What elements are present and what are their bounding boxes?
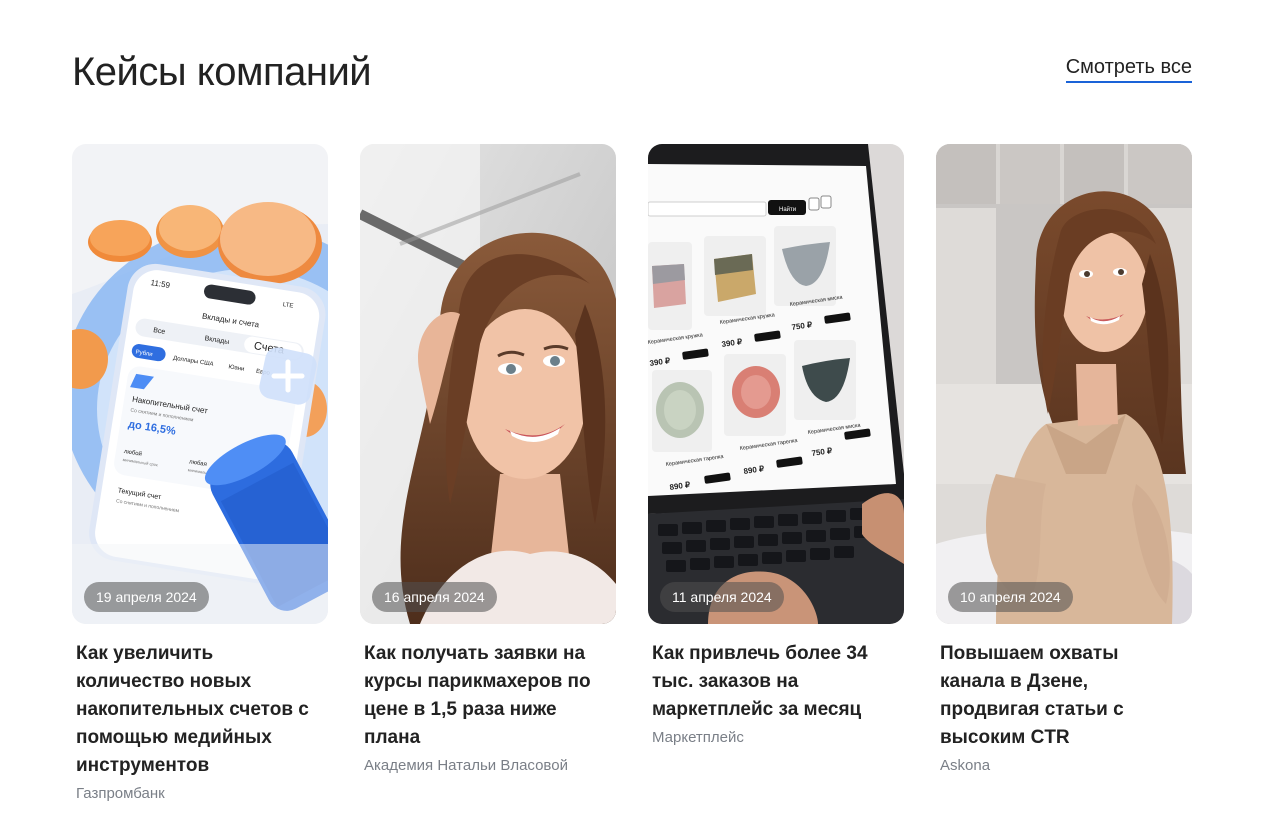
case-company: Газпромбанк <box>76 785 165 802</box>
woman-on-bed-photo <box>936 144 1192 624</box>
see-all-link[interactable]: Смотреть все <box>1065 54 1192 83</box>
case-title[interactable]: Повышаем охваты канала в Дзене, продвига… <box>940 640 1186 776</box>
laptop-search-button: Найти <box>779 206 796 213</box>
date-badge: 10 апреля 2024 <box>948 582 1073 612</box>
banking-app-illustration: 11:59 LTE Вклады и счета Все Вклады Счет… <box>72 144 328 624</box>
case-image-laptop-marketplace[interactable]: Найти Керамическая кружка 390 ₽ Керамиче… <box>648 144 904 624</box>
date-badge: 19 апреля 2024 <box>84 582 209 612</box>
case-company: Askona <box>940 757 991 774</box>
case-company: Академия Натальи Власовой <box>364 757 568 774</box>
case-title-text[interactable]: Как увеличить количество новых накопител… <box>76 643 309 776</box>
case-card[interactable]: 10 апреля 2024 Повышаем охваты канала в … <box>936 144 1192 824</box>
case-card[interactable]: Найти Керамическая кружка 390 ₽ Керамиче… <box>648 144 904 824</box>
case-title[interactable]: Как увеличить количество новых накопител… <box>76 640 322 804</box>
case-title-text[interactable]: Повышаем охваты канала в Дзене, продвига… <box>940 643 1124 748</box>
case-image-woman-on-bed[interactable]: 10 апреля 2024 <box>936 144 1192 624</box>
case-title-text[interactable]: Как получать заявки на курсы парикмахеро… <box>364 643 591 748</box>
case-cards: 11:59 LTE Вклады и счета Все Вклады Счет… <box>72 144 1192 824</box>
date-badge: 11 апреля 2024 <box>660 582 784 612</box>
case-title[interactable]: Как получать заявки на курсы парикмахеро… <box>364 640 610 776</box>
case-card[interactable]: 11:59 LTE Вклады и счета Все Вклады Счет… <box>72 144 328 824</box>
case-image-banking-app[interactable]: 11:59 LTE Вклады и счета Все Вклады Счет… <box>72 144 328 624</box>
case-image-smiling-woman[interactable]: 16 апреля 2024 <box>360 144 616 624</box>
case-card[interactable]: 16 апреля 2024 Как получать заявки на ку… <box>360 144 616 824</box>
case-title-text[interactable]: Как привлечь более 34 тыс. заказов на ма… <box>652 643 868 720</box>
laptop-marketplace-photo: Найти Керамическая кружка 390 ₽ Керамиче… <box>648 144 904 624</box>
section-header: Кейсы компаний Смотреть все <box>72 48 1192 98</box>
smiling-woman-photo <box>360 144 616 624</box>
case-title[interactable]: Как привлечь более 34 тыс. заказов на ма… <box>652 640 898 748</box>
page-title: Кейсы компаний <box>72 50 372 94</box>
date-badge: 16 апреля 2024 <box>372 582 497 612</box>
case-company: Маркетплейс <box>652 729 744 746</box>
